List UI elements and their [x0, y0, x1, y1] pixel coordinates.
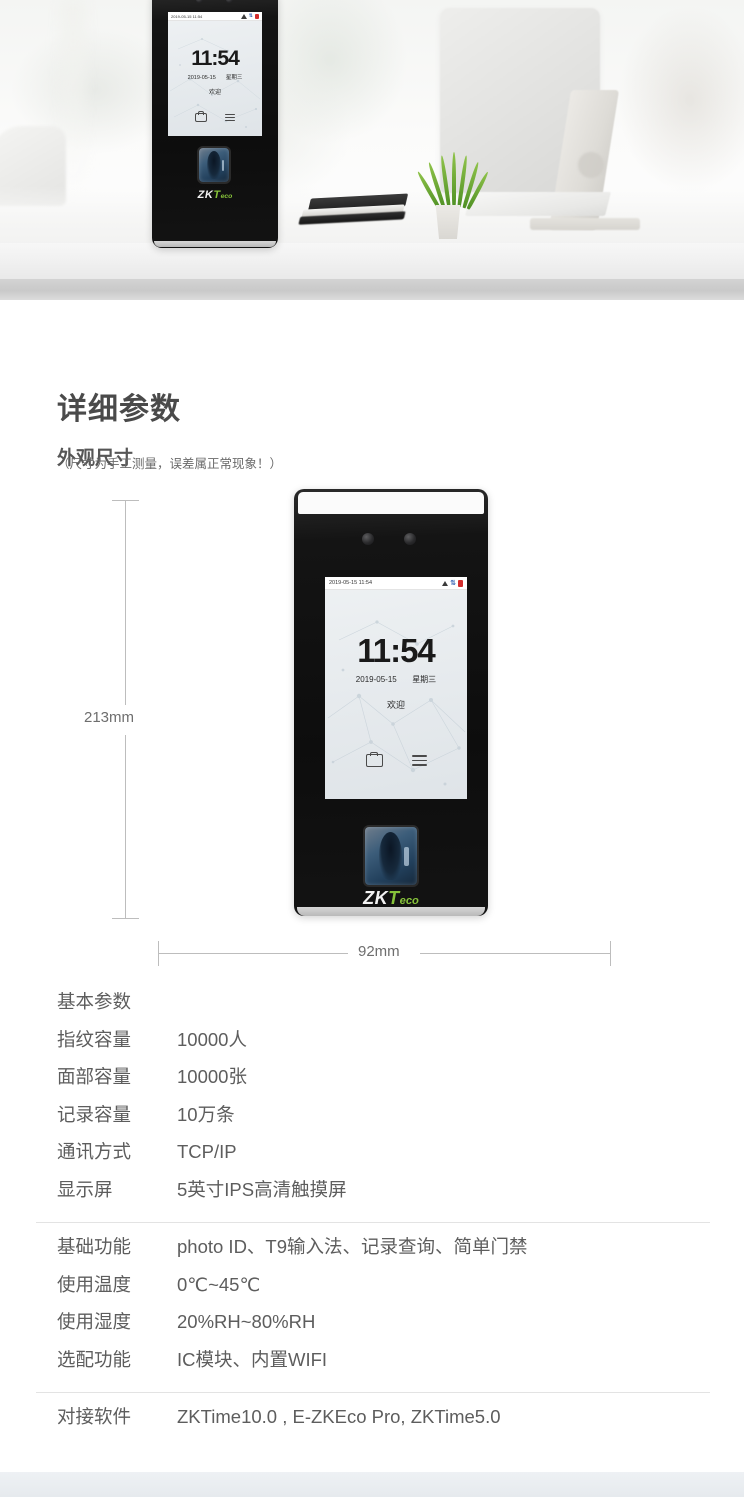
- spec-row: 选配功能 IC模块、内置WIFI: [0, 1346, 744, 1384]
- spec-row: 基础功能 photo ID、T9输入法、记录查询、简单门禁: [0, 1233, 744, 1271]
- spec-value: 5英寸IPS高清触摸屏: [177, 1178, 347, 1200]
- spec-row: 基本参数: [0, 988, 744, 1026]
- zkteco-logo: ZKTeco: [152, 189, 278, 201]
- status-time: 2019-05-15 11:54: [329, 580, 373, 586]
- spec-label: 面部容量: [57, 1066, 132, 1087]
- spec-divider: [36, 1222, 710, 1223]
- camera-icon: [404, 533, 416, 545]
- spec-label: 使用湿度: [57, 1311, 132, 1332]
- device-screen: 2019-05-15 11:54 ⇅ 11:54 2019-05-15 星期三 …: [325, 577, 467, 799]
- fingerprint-sensor: [365, 827, 417, 885]
- clock-time: 11:54: [357, 632, 436, 669]
- spec-value: 10000人: [177, 1028, 247, 1050]
- weekday-text: 星期三: [225, 75, 243, 81]
- spec-row: 使用湿度 20%RH~80%RH: [0, 1308, 744, 1346]
- desk-edge: [0, 279, 744, 300]
- spec-row: 指纹容量 10000人: [0, 1026, 744, 1064]
- welcome-text: 欢迎: [208, 90, 221, 96]
- spec-label: 记录容量: [57, 1103, 132, 1125]
- logo-eco: eco: [220, 193, 233, 200]
- spec-label: 使用温度: [57, 1273, 132, 1295]
- imac-foot: [530, 218, 640, 230]
- battery-icon: [458, 579, 463, 587]
- banner-device-screen: 2019-05-15 11:54 ⇅ 11:54 2019-05-15 星期三 …: [168, 12, 262, 136]
- date-text: 2019-05-15: [355, 675, 397, 684]
- clock-date: 2019-05-15 星期三: [168, 73, 262, 81]
- logo-eco: eco: [399, 895, 419, 907]
- spec-label: 基本参数: [57, 991, 132, 1012]
- spec-divider: [36, 1392, 710, 1393]
- height-dimension-label: 213mm: [82, 706, 137, 729]
- menu-icon: [411, 755, 427, 766]
- logo-t: T: [213, 189, 221, 201]
- warning-triangle-icon: [442, 580, 449, 586]
- warning-triangle-icon: [240, 13, 247, 19]
- logo-zk: ZK: [363, 888, 389, 908]
- desk-top: [0, 243, 744, 279]
- spec-value: 20%RH~80%RH: [177, 1311, 316, 1332]
- spec-value: TCP/IP: [177, 1141, 237, 1162]
- date-text: 2019-05-15: [187, 75, 216, 81]
- spec-value: 10万条: [177, 1103, 235, 1125]
- status-time: 2019-05-15 11:54: [171, 13, 203, 19]
- screen-decoration: [327, 620, 466, 786]
- page-title: 详细参数: [57, 393, 181, 427]
- logo-t: T: [388, 888, 400, 908]
- spec-value: photo ID、T9输入法、记录查询、简单门禁: [177, 1236, 528, 1257]
- fingerprint-sensor: [199, 148, 229, 182]
- logo-zk: ZK: [197, 189, 214, 201]
- spec-row: 记录容量 10万条: [0, 1101, 744, 1139]
- spec-label: 指纹容量: [57, 1028, 132, 1050]
- spec-value: 10000张: [177, 1066, 247, 1087]
- width-dimension-label: 92mm: [352, 943, 406, 960]
- welcome-text: 欢迎: [386, 700, 405, 710]
- spec-value: 0℃~45℃: [177, 1273, 261, 1295]
- spec-group: 基础功能 photo ID、T9输入法、记录查询、简单门禁 使用温度 0℃~45℃ 使用…: [0, 1233, 744, 1383]
- imac-stand-detail: [578, 152, 604, 178]
- battery-icon: [255, 13, 259, 19]
- subsection-note: （尺寸为手工测量，误差属正常现象！）: [57, 457, 283, 471]
- hero-banner: 2019-05-15 11:54 ⇅ 11:54 2019-05-15 星期三 …: [0, 0, 744, 300]
- spec-row: 通讯方式 TCP/IP: [0, 1138, 744, 1176]
- zkteco-logo: ZKTeco: [294, 888, 488, 909]
- spec-group: 对接软件 ZKTime10.0 , E-ZKEco Pro, ZKTime5.0: [0, 1403, 744, 1441]
- badge-icon: [195, 113, 207, 122]
- spec-label: 对接软件: [57, 1406, 132, 1427]
- spec-value: IC模块、内置WIFI: [177, 1348, 328, 1370]
- menu-icon: [225, 114, 235, 121]
- spec-label: 基础功能: [57, 1236, 132, 1257]
- spec-label: 通讯方式: [57, 1141, 132, 1162]
- specifications-table: 基本参数指纹容量 10000人面部容量 10000张记录容量 10万条通讯方式 TCP/…: [0, 988, 744, 1441]
- product-device-illustration: 2019-05-15 11:54 ⇅ 11:54 2019-05-15 星期三 …: [294, 489, 488, 916]
- spec-row: 面部容量 10000张: [0, 1063, 744, 1101]
- footer-band: [0, 1472, 744, 1497]
- badge-icon: [365, 754, 383, 767]
- camera-icon: [226, 0, 233, 3]
- spec-value: ZKTime10.0 , E-ZKEco Pro, ZKTime5.0: [177, 1406, 501, 1427]
- spec-label: 显示屏: [57, 1178, 113, 1200]
- banner-device: 2019-05-15 11:54 ⇅ 11:54 2019-05-15 星期三 …: [152, 0, 278, 248]
- spec-row: 对接软件 ZKTime10.0 , E-ZKEco Pro, ZKTime5.0: [0, 1403, 744, 1441]
- weekday-text: 星期三: [412, 675, 437, 684]
- spec-row: 使用温度 0℃~45℃: [0, 1271, 744, 1309]
- network-icon: ⇅: [248, 13, 253, 19]
- camera-icon: [196, 0, 203, 3]
- keyboard: [465, 192, 611, 216]
- clock-date: 2019-05-15 星期三: [325, 674, 467, 685]
- camera-icon: [362, 533, 374, 545]
- spec-label: 选配功能: [57, 1348, 132, 1370]
- spec-group: 基本参数指纹容量 10000人面部容量 10000张记录容量 10万条通讯方式 TCP/…: [0, 988, 744, 1213]
- spec-row: 显示屏 5英寸IPS高清触摸屏: [0, 1176, 744, 1214]
- network-icon: ⇅: [450, 580, 456, 587]
- clock-time: 11:54: [191, 47, 240, 70]
